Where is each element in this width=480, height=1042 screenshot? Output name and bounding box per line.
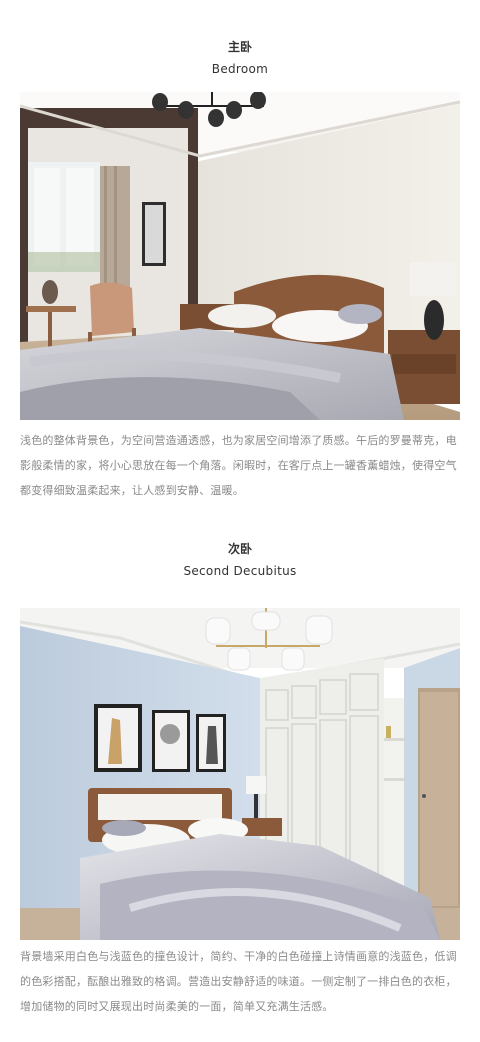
second-bedroom-title: 次卧 xyxy=(227,542,252,556)
master-bedroom-photo xyxy=(20,92,460,420)
second-bedroom-subtitle: Second Decubitus xyxy=(183,564,297,578)
second-bedroom-photo xyxy=(20,608,460,940)
master-bedroom-title: 主卧 xyxy=(227,40,252,54)
master-bedroom-subtitle: Bedroom xyxy=(211,62,269,76)
master-bedroom-description: 浅色的整体背景色，为空间营造通透感，也为家居空间增添了质感。午后的罗曼蒂克，电影… xyxy=(20,434,457,497)
second-bedroom-description: 背景墙采用白色与浅蓝色的撞色设计，简约、干净的白色碰撞上诗情画意的浅蓝色，低调的… xyxy=(20,950,457,1013)
